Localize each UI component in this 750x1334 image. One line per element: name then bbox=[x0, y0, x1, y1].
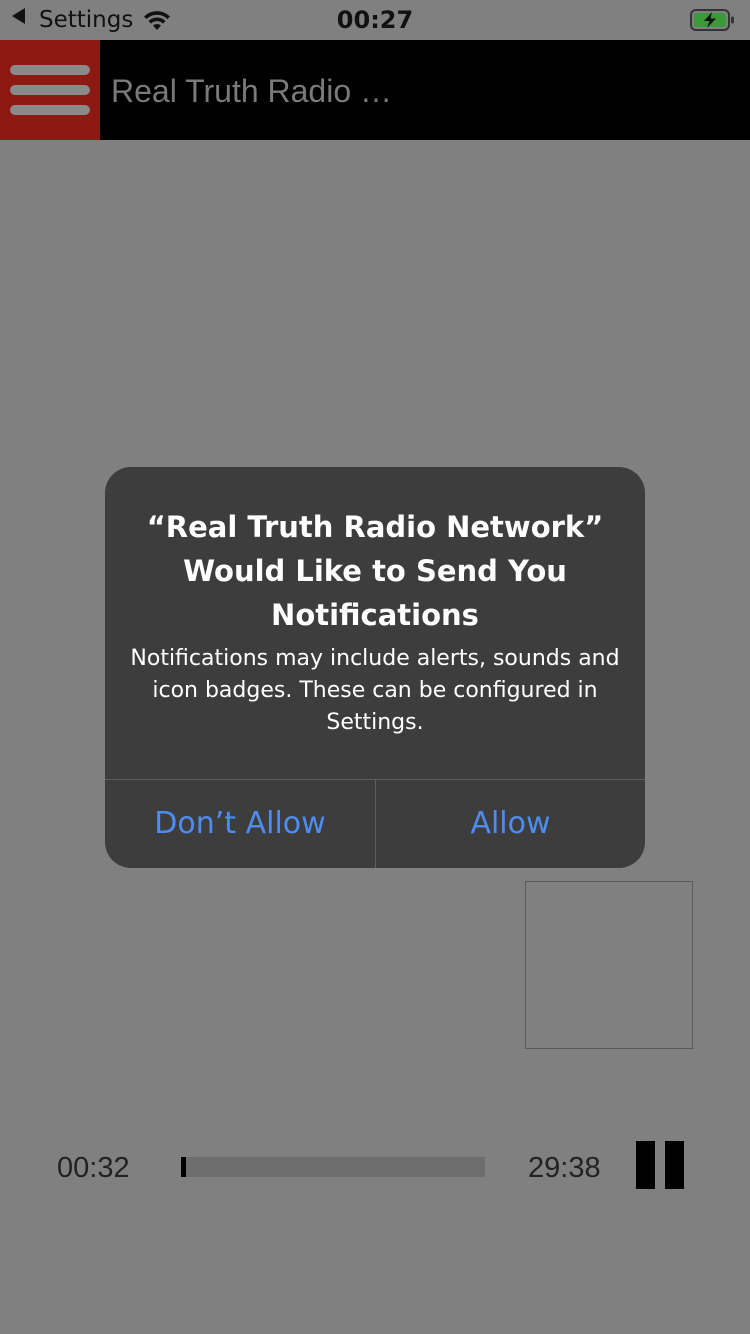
notification-permission-dialog: “Real Truth Radio Network” Would Like to… bbox=[105, 467, 645, 868]
status-time: 00:27 bbox=[336, 6, 414, 34]
dialog-title: “Real Truth Radio Network” Would Like to… bbox=[146, 510, 604, 632]
hamburger-menu-icon-bar bbox=[10, 85, 90, 95]
status-bar: Settings 00:27 bbox=[0, 0, 750, 40]
album-artwork bbox=[525, 881, 693, 1049]
hamburger-menu-icon bbox=[10, 65, 90, 75]
progress-bar[interactable] bbox=[181, 1157, 485, 1177]
elapsed-time: 00:32 bbox=[57, 1152, 130, 1184]
menu-button[interactable] bbox=[0, 40, 100, 140]
total-time: 29:38 bbox=[528, 1152, 601, 1184]
battery-charging-icon bbox=[690, 9, 734, 31]
pause-icon bbox=[636, 1141, 655, 1189]
dont-allow-button[interactable]: Don’t Allow bbox=[105, 780, 375, 868]
app-header: Real Truth Radio … bbox=[0, 40, 750, 140]
hamburger-menu-icon-bar bbox=[10, 105, 90, 115]
allow-button[interactable]: Allow bbox=[376, 780, 645, 868]
dialog-message: Notifications may include alerts, sounds… bbox=[130, 646, 620, 735]
pause-icon-bar bbox=[665, 1141, 684, 1189]
pause-button[interactable] bbox=[636, 1141, 684, 1189]
page-title: Real Truth Radio … bbox=[111, 73, 393, 109]
progress-thumb[interactable] bbox=[181, 1157, 186, 1177]
